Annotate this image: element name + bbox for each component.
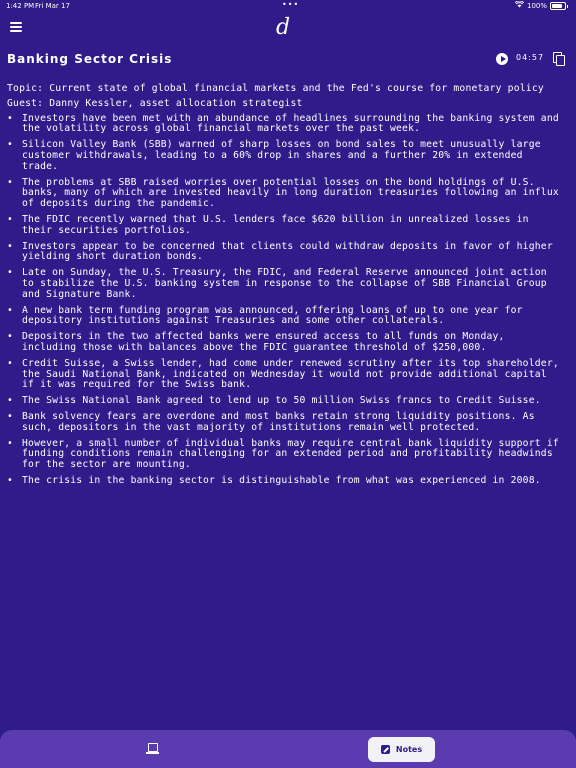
topic-line: Topic: Current state of global financial…	[7, 83, 544, 94]
list-item: However, a small number of individual ba…	[7, 438, 564, 471]
guest-line: Guest: Danny Kessler, asset allocation s…	[7, 97, 303, 109]
status-bar: 1:42 PM Fri Mar 17 ••• 100%	[0, 0, 576, 12]
wifi-icon	[514, 0, 525, 12]
list-item: Credit Suisse, a Swiss lender, had come …	[7, 358, 564, 391]
multitasking-dots-icon[interactable]: •••	[282, 0, 299, 11]
episode-header: Banking Sector Crisis 04:57	[0, 50, 576, 70]
bottom-tab-bar: Notes	[0, 730, 576, 768]
notes-tab-label: Notes	[395, 745, 423, 754]
list-item: Investors have been met with an abundanc…	[7, 113, 564, 136]
laptop-tab-icon[interactable]	[145, 742, 161, 756]
app-logo: d	[276, 15, 291, 40]
list-item: The Swiss National Bank agreed to lend u…	[7, 395, 564, 407]
episode-duration: 04:57	[516, 53, 545, 62]
status-date: Fri Mar 17	[35, 2, 70, 10]
notes-tab-button[interactable]: Notes	[368, 737, 435, 762]
list-item: Bank solvency fears are overdone and mos…	[7, 411, 564, 434]
copy-icon[interactable]	[553, 52, 566, 66]
status-indicators: 100%	[514, 0, 568, 12]
hamburger-menu-icon[interactable]	[10, 22, 22, 32]
status-time: 1:42 PM	[6, 2, 35, 10]
list-item: A new bank term funding program was anno…	[7, 305, 564, 328]
top-bar: d	[0, 14, 576, 42]
battery-percent: 100%	[526, 2, 547, 10]
list-item: The problems at SBB raised worries over …	[7, 177, 564, 210]
list-item: Depositors in the two affected banks wer…	[7, 331, 564, 354]
list-item: The FDIC recently warned that U.S. lende…	[7, 214, 564, 237]
list-item: Late on Sunday, the U.S. Treasury, the F…	[7, 267, 564, 300]
summary-bullet-list: Investors have been met with an abundanc…	[7, 113, 564, 487]
notes-content: Topic: Current state of global financial…	[7, 83, 564, 492]
episode-title: Banking Sector Crisis	[7, 52, 173, 66]
list-item: The crisis in the banking sector is dist…	[7, 475, 564, 487]
list-item: Silicon Valley Bank (SBB) warned of shar…	[7, 139, 564, 172]
play-button-icon[interactable]	[496, 53, 508, 65]
battery-icon	[550, 2, 566, 10]
pencil-note-icon	[380, 745, 390, 754]
list-item: Investors appear to be concerned that cl…	[7, 241, 564, 264]
